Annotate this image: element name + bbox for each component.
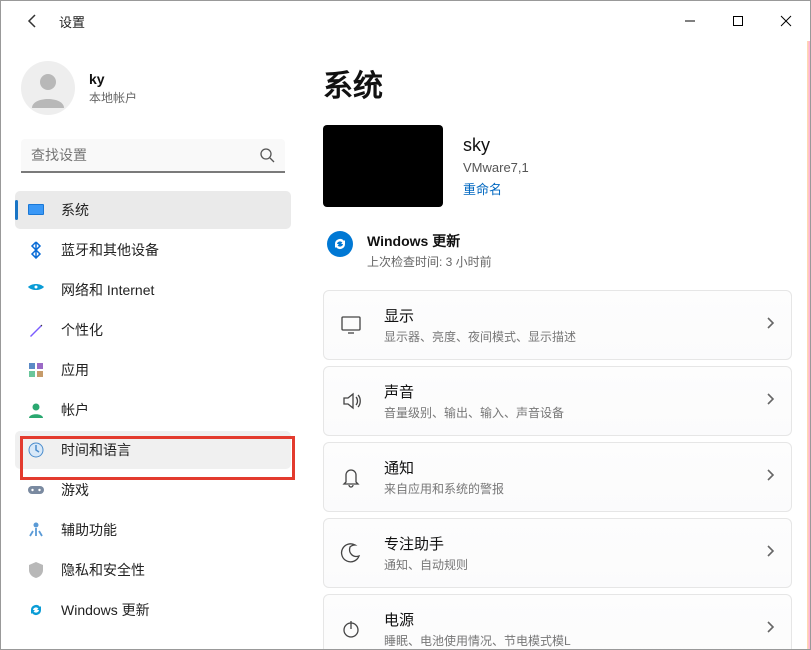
nav-item-label: 蓝牙和其他设备 bbox=[61, 240, 159, 260]
time-language-icon bbox=[27, 441, 45, 459]
nav-item-label: 应用 bbox=[61, 360, 89, 380]
user-profile[interactable]: ky 本地帐户 bbox=[15, 51, 291, 135]
nav-item-label: 帐户 bbox=[61, 400, 89, 420]
rename-link[interactable]: 重命名 bbox=[463, 179, 529, 198]
card-title: 专注助手 bbox=[384, 533, 743, 554]
nav-item-label: 隐私和安全性 bbox=[61, 560, 145, 580]
nav-item-personalization[interactable]: 个性化 bbox=[15, 311, 291, 349]
card-title: 声音 bbox=[384, 381, 743, 402]
person-icon bbox=[28, 68, 68, 108]
nav-item-bluetooth[interactable]: 蓝牙和其他设备 bbox=[15, 231, 291, 269]
avatar bbox=[21, 61, 75, 115]
card-subtitle: 睡眠、电池使用情况、节电模式模L bbox=[384, 632, 743, 649]
nav-item-network[interactable]: 网络和 Internet bbox=[15, 271, 291, 309]
nav-item-label: 个性化 bbox=[61, 320, 103, 340]
accessibility-icon bbox=[27, 521, 45, 539]
notifications-icon bbox=[340, 466, 362, 488]
minimize-icon bbox=[684, 15, 696, 27]
sync-icon bbox=[327, 231, 353, 257]
windows-update-icon bbox=[27, 601, 45, 619]
device-model: VMware7,1 bbox=[463, 160, 529, 175]
back-button[interactable] bbox=[13, 1, 53, 41]
right-edge-glow bbox=[807, 41, 810, 649]
focus-assist-icon bbox=[340, 542, 362, 564]
device-thumbnail bbox=[323, 125, 443, 207]
close-icon bbox=[780, 15, 792, 27]
card-focus-assist[interactable]: 专注助手通知、自动规则 bbox=[323, 518, 792, 588]
nav-item-label: 系统 bbox=[61, 200, 89, 220]
chevron-right-icon bbox=[765, 392, 775, 411]
maximize-icon bbox=[732, 15, 744, 27]
search-field-wrap bbox=[21, 139, 285, 173]
window-controls bbox=[666, 1, 810, 41]
settings-card-list: 显示显示器、亮度、夜间模式、显示描述声音音量级别、输出、输入、声音设备通知来自应… bbox=[323, 290, 792, 649]
card-subtitle: 通知、自动规则 bbox=[384, 556, 743, 573]
accounts-icon bbox=[27, 401, 45, 419]
title-bar: 设置 bbox=[1, 1, 810, 41]
search-icon bbox=[259, 147, 275, 168]
nav-item-label: 辅助功能 bbox=[61, 520, 117, 540]
nav-item-apps[interactable]: 应用 bbox=[15, 351, 291, 389]
sidebar: ky 本地帐户 系统蓝牙和其他设备网络和 Internet 个性化应用帐户时间和语… bbox=[1, 41, 301, 649]
user-account-type: 本地帐户 bbox=[89, 89, 137, 106]
windows-update-row[interactable]: Windows 更新 上次检查时间: 3 小时前 bbox=[323, 227, 792, 290]
nav-item-gaming[interactable]: 游戏 bbox=[15, 471, 291, 509]
sound-icon bbox=[340, 390, 362, 412]
nav-item-privacy[interactable]: 隐私和安全性 bbox=[15, 551, 291, 589]
back-arrow-icon bbox=[25, 13, 41, 29]
minimize-button[interactable] bbox=[666, 1, 714, 41]
windows-update-status: 上次检查时间: 3 小时前 bbox=[367, 253, 492, 270]
gaming-icon bbox=[27, 481, 45, 499]
card-display[interactable]: 显示显示器、亮度、夜间模式、显示描述 bbox=[323, 290, 792, 360]
nav-item-windows-update[interactable]: Windows 更新 bbox=[15, 591, 291, 629]
privacy-icon bbox=[27, 561, 45, 579]
windows-update-title: Windows 更新 bbox=[367, 231, 492, 251]
nav-item-label: 游戏 bbox=[61, 480, 89, 500]
system-icon bbox=[27, 201, 45, 219]
search-input[interactable] bbox=[21, 139, 285, 173]
device-name: sky bbox=[463, 135, 529, 156]
chevron-right-icon bbox=[765, 544, 775, 563]
nav-item-system[interactable]: 系统 bbox=[15, 191, 291, 229]
card-notifications[interactable]: 通知来自应用和系统的警报 bbox=[323, 442, 792, 512]
chevron-right-icon bbox=[765, 468, 775, 487]
nav-item-accounts[interactable]: 帐户 bbox=[15, 391, 291, 429]
nav-item-label: Windows 更新 bbox=[61, 600, 150, 620]
apps-icon bbox=[27, 361, 45, 379]
power-icon bbox=[340, 618, 362, 640]
nav-item-label: 网络和 Internet bbox=[61, 280, 154, 300]
card-title: 通知 bbox=[384, 457, 743, 478]
card-sound[interactable]: 声音音量级别、输出、输入、声音设备 bbox=[323, 366, 792, 436]
card-title: 显示 bbox=[384, 305, 743, 326]
main-panel: 系统 sky VMware7,1 重命名 Windows 更新 上次检查时间: … bbox=[301, 41, 810, 649]
maximize-button[interactable] bbox=[714, 1, 762, 41]
nav-item-accessibility[interactable]: 辅助功能 bbox=[15, 511, 291, 549]
nav-list: 系统蓝牙和其他设备网络和 Internet 个性化应用帐户时间和语言游戏辅助功能隐… bbox=[15, 191, 291, 629]
card-title: 电源 bbox=[384, 609, 743, 630]
chevron-right-icon bbox=[765, 316, 775, 335]
network-icon bbox=[27, 281, 45, 299]
window-title: 设置 bbox=[59, 12, 85, 31]
nav-item-label: 时间和语言 bbox=[61, 440, 131, 460]
card-subtitle: 音量级别、输出、输入、声音设备 bbox=[384, 404, 743, 421]
device-row: sky VMware7,1 重命名 bbox=[323, 125, 792, 207]
card-power[interactable]: 电源睡眠、电池使用情况、节电模式模L bbox=[323, 594, 792, 649]
display-icon bbox=[340, 314, 362, 336]
bluetooth-icon bbox=[27, 241, 45, 259]
close-button[interactable] bbox=[762, 1, 810, 41]
user-name: ky bbox=[89, 71, 137, 87]
page-title: 系统 bbox=[323, 61, 792, 105]
personalization-icon bbox=[27, 321, 45, 339]
card-subtitle: 来自应用和系统的警报 bbox=[384, 480, 743, 497]
card-subtitle: 显示器、亮度、夜间模式、显示描述 bbox=[384, 328, 743, 345]
nav-item-time-language[interactable]: 时间和语言 bbox=[15, 431, 291, 469]
chevron-right-icon bbox=[765, 620, 775, 639]
